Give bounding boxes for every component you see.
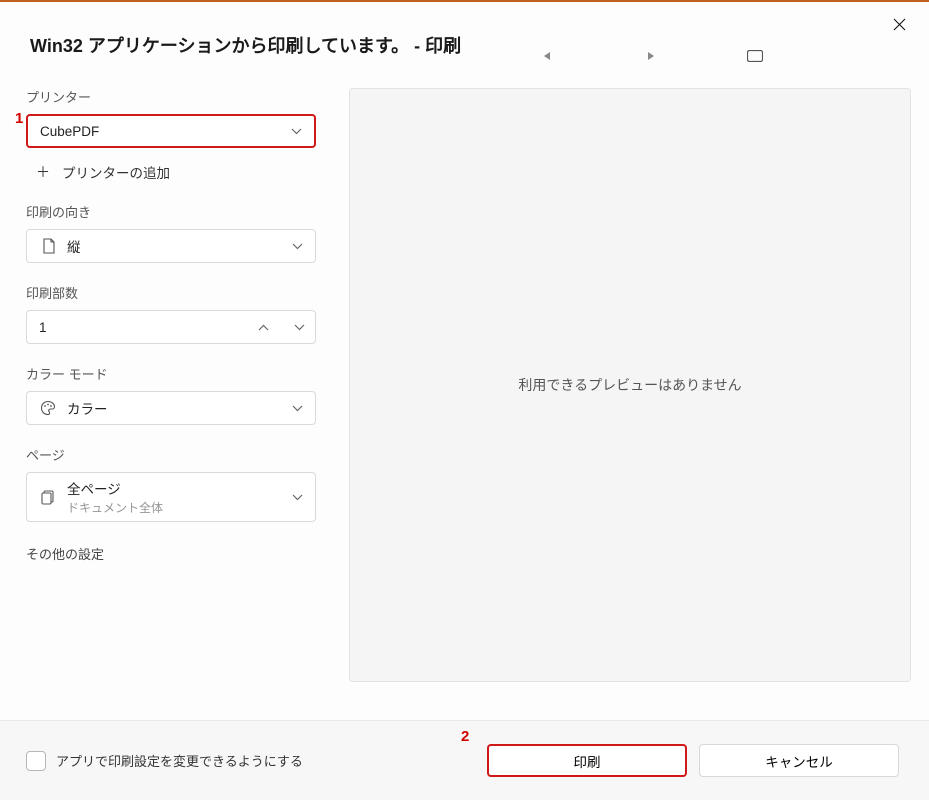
color-mode-value: カラー [67, 398, 303, 418]
printer-value: CubePDF [40, 124, 302, 139]
palette-icon [39, 400, 57, 416]
allow-app-settings-checkbox[interactable] [26, 751, 46, 771]
copies-spin-buttons [255, 319, 307, 335]
annotation-1: 1 [15, 110, 23, 127]
color-mode-label: カラー モード [26, 364, 318, 383]
copies-down-button[interactable] [291, 319, 307, 335]
orientation-value: 縦 [67, 236, 303, 256]
preview-next-button[interactable] [639, 44, 663, 68]
print-button-label: 印刷 [574, 751, 601, 771]
pages-section: ページ 全ページ ドキュメント全体 [26, 445, 318, 522]
triangle-left-icon [543, 51, 551, 61]
copies-up-button[interactable] [255, 319, 271, 335]
preview-prev-button[interactable] [535, 44, 559, 68]
print-button[interactable]: 印刷 [487, 744, 687, 777]
other-settings-link[interactable]: その他の設定 [26, 544, 318, 563]
pages-icon [39, 489, 57, 505]
close-button[interactable] [887, 12, 911, 36]
pages-select[interactable]: 全ページ ドキュメント全体 [26, 472, 316, 522]
pages-label: ページ [26, 445, 318, 464]
preview-fullscreen-button[interactable] [743, 44, 767, 68]
copies-label: 印刷部数 [26, 283, 318, 302]
chevron-down-icon [291, 124, 302, 138]
rectangle-icon [747, 50, 763, 62]
orientation-select[interactable]: 縦 [26, 229, 316, 263]
add-printer-button[interactable]: ＋ プリンターの追加 [26, 162, 318, 182]
settings-panel: プリンター CubePDF ＋ プリンターの追加 印刷の向き 縦 [26, 87, 318, 563]
preview-nav [535, 44, 767, 68]
chevron-down-icon [294, 324, 305, 331]
cancel-button[interactable]: キャンセル [699, 744, 899, 777]
color-mode-select[interactable]: カラー [26, 391, 316, 425]
color-mode-section: カラー モード カラー [26, 364, 318, 425]
chevron-down-icon [292, 490, 303, 504]
printer-section: プリンター CubePDF ＋ プリンターの追加 [26, 87, 318, 182]
chevron-up-icon [258, 324, 269, 331]
orientation-section: 印刷の向き 縦 [26, 202, 318, 263]
chevron-down-icon [292, 239, 303, 253]
cancel-button-label: キャンセル [765, 751, 833, 771]
printer-label: プリンター [26, 87, 318, 106]
copies-stepper[interactable]: 1 [26, 310, 316, 344]
dialog-footer: アプリで印刷設定を変更できるようにする 印刷 キャンセル [0, 720, 929, 800]
preview-message: 利用できるプレビューはありません [518, 375, 741, 395]
chevron-down-icon [292, 401, 303, 415]
add-printer-label: プリンターの追加 [62, 162, 170, 182]
portrait-icon [39, 238, 57, 254]
pages-value-wrap: 全ページ ドキュメント全体 [67, 478, 303, 516]
allow-app-settings-row: アプリで印刷設定を変更できるようにする [26, 751, 475, 771]
print-dialog: Win32 アプリケーションから印刷しています。 - 印刷 プリンター Cube… [0, 0, 929, 800]
allow-app-settings-label: アプリで印刷設定を変更できるようにする [56, 751, 303, 770]
pages-subvalue: ドキュメント全体 [67, 499, 303, 516]
preview-panel: 利用できるプレビューはありません [349, 88, 911, 682]
triangle-right-icon [647, 51, 655, 61]
dialog-title: Win32 アプリケーションから印刷しています。 - 印刷 [30, 32, 461, 58]
close-icon [893, 18, 906, 31]
printer-select[interactable]: CubePDF [26, 114, 316, 148]
pages-value: 全ページ [67, 482, 121, 497]
copies-section: 印刷部数 1 [26, 283, 318, 344]
orientation-label: 印刷の向き [26, 202, 318, 221]
plus-icon: ＋ [36, 162, 50, 182]
